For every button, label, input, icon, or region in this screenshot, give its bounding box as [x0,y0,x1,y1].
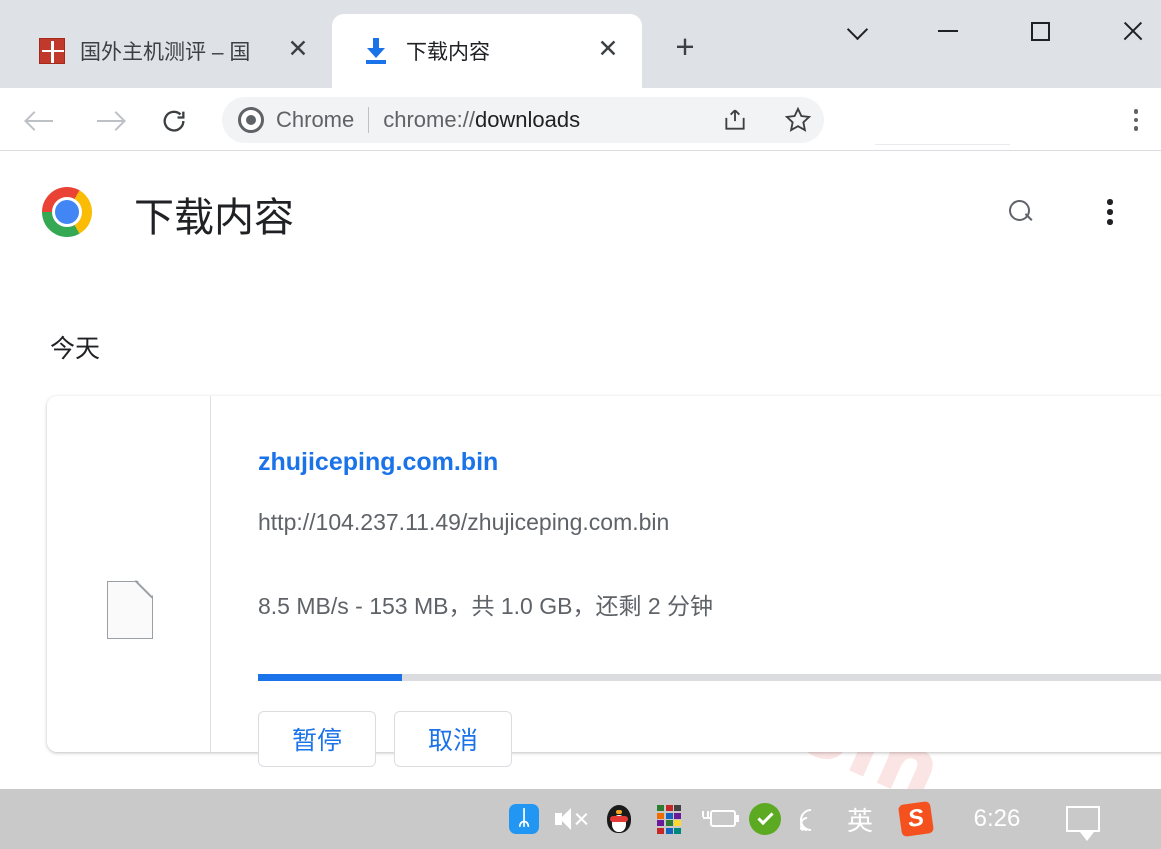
url-prefix: chrome:// [383,107,475,132]
card-divider [210,396,211,752]
tab-strip: 国外主机测评 – 国 ✕ 下载内容 ✕ + [0,0,1161,88]
omnibox-scheme-label: Chrome [276,107,355,132]
star-icon[interactable] [778,100,818,140]
minimize-button[interactable] [925,8,971,54]
downloads-page: zhujiceping.com 下载内容 今天 zhujiceping.com.… [0,151,1161,789]
seal-favicon [38,37,66,65]
share-icon-svg [725,109,745,130]
maximize-button[interactable] [1017,8,1063,54]
chrome-product-icon [238,107,264,133]
search-icon[interactable] [998,189,1044,235]
reload-icon[interactable] [150,97,198,145]
bluetooth-glyph: ᛦ [509,804,539,834]
url-main: downloads [474,107,581,132]
ime-indicator[interactable]: 英 [843,789,877,849]
color-grid-icon[interactable] [655,789,685,849]
share-icon[interactable] [715,100,755,140]
qq-penguin-icon[interactable] [603,789,635,849]
close-button[interactable] [1109,8,1155,54]
chevron-down-icon[interactable] [834,8,880,54]
security-check-icon[interactable] [748,789,782,849]
speaker-muted-icon[interactable] [553,789,589,849]
section-label-today: 今天 [50,335,101,363]
download-item-card: zhujiceping.com.bin http://104.237.11.49… [47,396,1161,767]
star-icon-svg [784,106,812,132]
bluetooth-icon[interactable]: ᛦ [508,789,540,849]
color-grid-cells [657,805,683,834]
reload-icon-svg [163,110,185,132]
download-progress-fill [258,674,402,681]
wifi-icon[interactable] [797,789,831,849]
taskbar-clock[interactable]: 6:26 [965,789,1029,849]
tab-title: 国外主机测评 – 国 [80,41,251,64]
page-header: 下载内容 [0,151,1161,271]
sogou-input-icon[interactable]: S [897,789,935,849]
download-actions: 暂停 取消 [258,711,512,767]
ime-glyph: 英 [846,806,873,837]
back-arrow-icon[interactable] [16,97,64,145]
download-progress-bar [258,674,1161,681]
omnibox-separator [368,107,370,133]
tab-title: 下载内容 [406,41,490,64]
generic-file-icon [107,580,154,639]
notification-bubble-icon[interactable] [1063,789,1103,849]
omnibox-url: chrome://downloads [383,107,580,133]
download-status-text: 8.5 MB/s - 153 MB，共 1.0 GB，还剩 2 分钟 [258,593,714,619]
download-icon [362,37,390,65]
forward-arrow-icon[interactable] [86,97,134,145]
tab-inactive[interactable]: 国外主机测评 – 国 [8,14,328,88]
page-title: 下载内容 [134,196,294,240]
page-menu-icon[interactable] [1087,189,1133,235]
download-source-url: http://104.237.11.49/zhujiceping.com.bin [258,509,670,535]
toolbar-ghost-line [875,144,1010,145]
new-tab-button[interactable]: + [668,30,702,66]
tab-close-button[interactable]: ✕ [283,34,313,64]
battery-charging-icon[interactable] [700,789,742,849]
sogou-glyph: S [897,800,935,838]
tab-close-button[interactable]: ✕ [593,34,623,64]
cancel-button[interactable]: 取消 [394,711,512,767]
download-filename-link[interactable]: zhujiceping.com.bin [258,448,498,477]
chrome-logo [42,187,92,237]
browser-menu-icon[interactable] [1118,100,1154,140]
pause-button[interactable]: 暂停 [258,711,376,767]
browser-window: 国外主机测评 – 国 ✕ 下载内容 ✕ + Chrome chrome://do… [0,0,1161,849]
